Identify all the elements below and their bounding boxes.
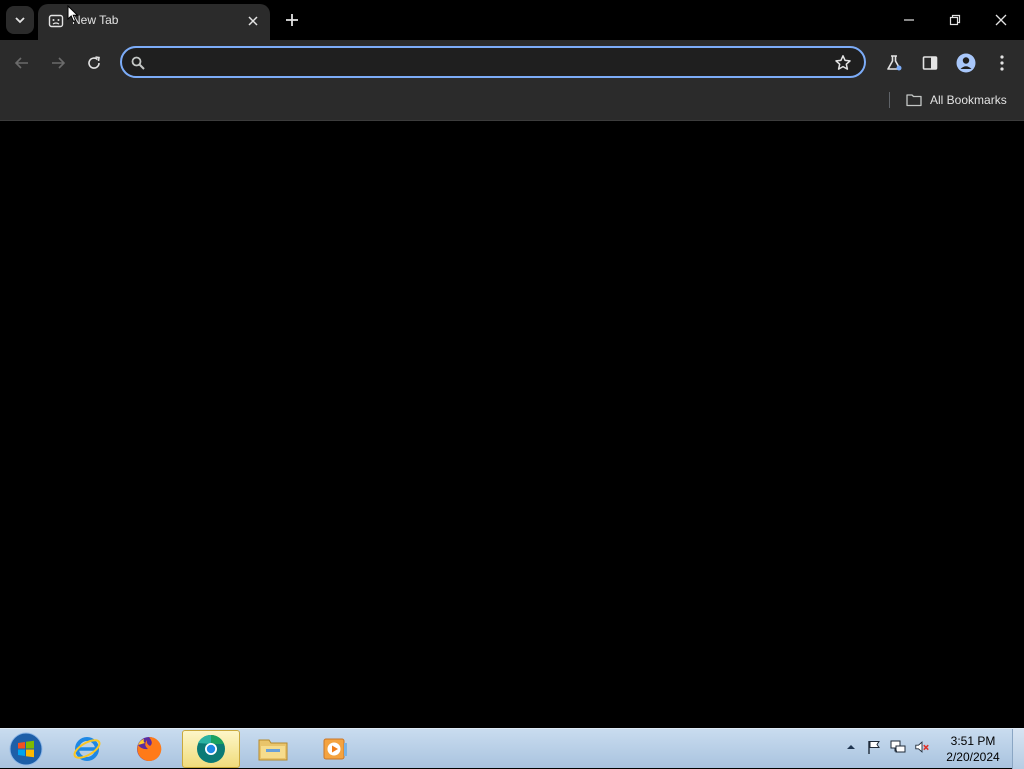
bookmarks-bar — [0, 86, 1024, 121]
folder-icon — [258, 739, 288, 761]
taskbar-file-explorer[interactable] — [244, 730, 302, 768]
kebab-menu-icon — [1000, 55, 1004, 71]
close-window-button[interactable] — [978, 0, 1024, 40]
network-tray[interactable] — [890, 739, 906, 755]
profile-button[interactable] — [955, 52, 977, 74]
flask-icon — [887, 55, 902, 71]
address-bar[interactable] — [120, 46, 866, 78]
mouse-cursor-icon — [67, 5, 79, 23]
taskbar-internet-explorer[interactable] — [58, 730, 116, 768]
clock-date: 2/20/2024 — [946, 750, 1000, 764]
windows-start-icon — [9, 732, 43, 766]
start-button[interactable] — [6, 731, 46, 767]
show-hidden-icons-button[interactable] — [843, 739, 859, 755]
minimize-icon — [904, 19, 914, 21]
new-tab-button[interactable] — [282, 10, 302, 30]
chrome-icon — [197, 734, 225, 763]
volume-muted-icon — [915, 741, 929, 753]
tab-search-button[interactable] — [6, 6, 34, 34]
volume-tray[interactable] — [914, 739, 930, 755]
chevron-down-icon — [15, 17, 25, 24]
close-icon — [995, 14, 1007, 26]
reload-button[interactable] — [80, 49, 108, 77]
all-bookmarks-label: All Bookmarks — [930, 93, 1007, 107]
show-desktop-button[interactable] — [1012, 729, 1024, 769]
bookmarks-separator — [889, 92, 890, 108]
taskbar-firefox[interactable] — [120, 730, 178, 768]
taskbar-chrome[interactable] — [182, 730, 240, 768]
firefox-icon — [137, 736, 162, 761]
arrow-left-icon — [14, 57, 28, 69]
taskbar-clock[interactable]: 3:51 PM 2/20/2024 — [940, 733, 1006, 765]
all-bookmarks-button[interactable]: All Bookmarks — [906, 91, 1007, 109]
menu-button[interactable] — [991, 52, 1013, 74]
flag-icon — [868, 741, 880, 754]
reload-icon — [88, 56, 100, 69]
new-tab-favicon-icon — [48, 14, 64, 28]
side-panel-button[interactable] — [919, 52, 941, 74]
back-button[interactable] — [8, 49, 36, 77]
network-icon — [890, 740, 906, 753]
page-content[interactable] — [0, 121, 1024, 728]
side-panel-icon — [922, 56, 938, 70]
restore-button[interactable] — [932, 0, 978, 40]
taskbar-media-player[interactable] — [306, 730, 364, 768]
address-input[interactable] — [154, 52, 828, 74]
folder-icon — [906, 94, 922, 107]
arrow-right-icon — [52, 57, 66, 69]
plus-icon — [286, 14, 298, 26]
search-icon — [131, 56, 145, 70]
media-player-icon — [323, 738, 347, 760]
internet-explorer-icon — [73, 737, 101, 761]
action-center-tray[interactable] — [866, 739, 882, 755]
minimize-button[interactable] — [886, 0, 932, 40]
caret-up-icon — [847, 745, 855, 749]
clock-time: 3:51 PM — [950, 734, 996, 748]
close-icon — [248, 16, 258, 26]
taskbar: 3:51 PM 2/20/2024 — [0, 728, 1024, 769]
tab-close-button[interactable] — [244, 12, 262, 30]
restore-icon — [949, 14, 961, 26]
tab-strip: New Tab — [0, 0, 1024, 40]
labs-button[interactable] — [883, 52, 905, 74]
avatar-icon — [956, 53, 976, 73]
forward-button[interactable] — [44, 49, 72, 77]
bookmark-star-icon[interactable] — [834, 54, 852, 72]
